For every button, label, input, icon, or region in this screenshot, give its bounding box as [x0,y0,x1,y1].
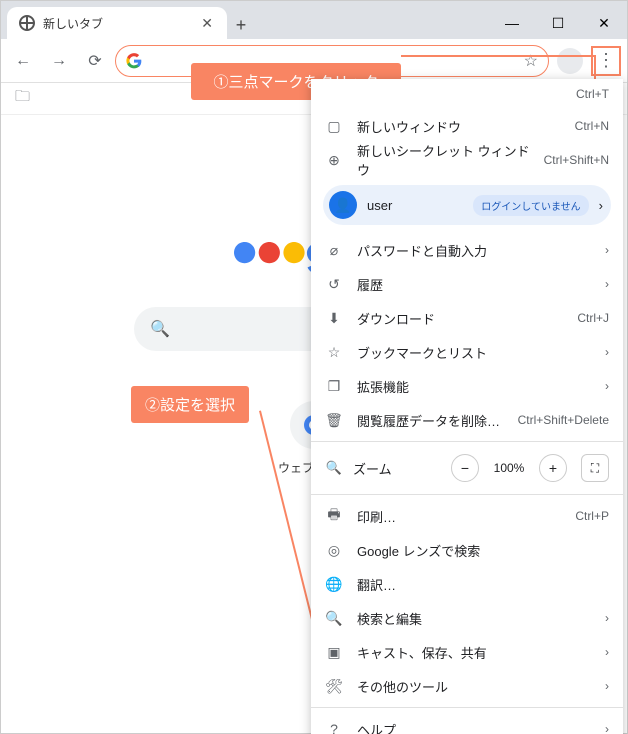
menu-item-g1-1[interactable]: ⊕ 新しいシークレット ウィンドウ Ctrl+Shift+N [311,143,623,177]
chevron-right-icon: › [605,722,609,734]
menu-item-label: 印刷… [357,507,561,526]
search-icon: 🔍 [150,319,170,339]
back-button[interactable]: ← [7,45,39,77]
menu-item-icon: ⬇ [325,310,343,327]
chevron-right-icon: › [605,645,609,659]
menu-item-icon: 🛠 [325,678,343,695]
menu-item-icon: 🗑 [325,412,343,429]
chevron-right-icon: › [605,679,609,693]
fullscreen-button[interactable]: ⛶ [581,454,609,482]
close-window-button[interactable]: ✕ [581,7,627,39]
menu-item-g1-0[interactable]: ▢ 新しいウィンドウ Ctrl+N [311,109,623,143]
menu-item-g3-4[interactable]: ▣ キャスト、保存、共有 › [311,635,623,669]
menu-item-label: キャスト、保存、共有 [357,643,591,662]
zoom-in-button[interactable]: + [539,454,567,482]
menu-item-icon: ⊕ [325,152,343,169]
chevron-right-icon: › [599,198,603,213]
menu-item-label: 翻訳… [357,575,609,594]
chevron-right-icon: › [605,243,609,257]
menu-item-g3-0[interactable]: 🖶 印刷… Ctrl+P [311,499,623,533]
forward-button[interactable]: → [43,45,75,77]
menu-item-g4-0[interactable]: ? ヘルプ › [311,712,623,734]
menu-item-label: 新しいウィンドウ [357,117,561,136]
chrome-menu: Ctrl+T ▢ 新しいウィンドウ Ctrl+N ⊕ 新しいシークレット ウィンドウ Ct… [311,79,623,734]
chevron-right-icon: › [605,379,609,393]
menu-item-icon: 🖶 [325,504,343,528]
signin-badge: ログインしていません [473,195,588,216]
menu-item-icon: ▣ [325,644,343,661]
menu-item-label: Google レンズで検索 [357,541,609,560]
menu-item-shortcut: Ctrl+N [575,119,609,133]
menu-top-shortcut: Ctrl+T [311,79,623,109]
menu-item-label: ブックマークとリスト [357,343,591,362]
menu-item-shortcut: Ctrl+P [575,509,609,523]
menu-item-icon: ◎ [325,542,343,559]
maximize-button[interactable]: ☐ [535,7,581,39]
more-menu-button[interactable]: ⋮ [591,46,621,76]
profile-avatar[interactable] [557,48,583,74]
menu-item-label: ヘルプ [357,720,591,734]
menu-item-g2-3[interactable]: ☆ ブックマークとリスト › [311,335,623,369]
chevron-right-icon: › [605,345,609,359]
zoom-icon: 🔍 [325,460,343,476]
globe-icon [19,15,35,31]
menu-profile-row[interactable]: 👤 user ログインしていません › [323,185,611,225]
menu-item-g2-5[interactable]: 🗑 閲覧履歴データを削除… Ctrl+Shift+Delete [311,403,623,437]
menu-item-icon: ? [325,721,343,734]
menu-item-label: 拡張機能 [357,377,591,396]
menu-item-label: その他のツール [357,677,591,696]
chevron-right-icon: › [605,611,609,625]
google-g-icon [126,53,142,69]
menu-item-label: 履歴 [357,275,591,294]
profile-name: user [367,198,463,213]
menu-item-icon: 🔍 [325,610,343,627]
folder-icon[interactable]: 🗀 [15,86,30,111]
menu-item-icon: ☆ [325,344,343,361]
menu-item-label: ダウンロード [357,309,563,328]
menu-item-icon: 🌐 [325,576,343,593]
callout-2: ②設定を選択 [131,386,249,423]
menu-item-g3-5[interactable]: 🛠 その他のツール › [311,669,623,703]
profile-icon: 👤 [329,191,357,219]
menu-item-label: 閲覧履歴データを削除… [357,411,504,430]
menu-item-label: パスワードと自動入力 [357,241,591,260]
minimize-button[interactable]: — [489,7,535,39]
browser-tab[interactable]: 新しいタブ ✕ [7,7,227,39]
zoom-out-button[interactable]: − [451,454,479,482]
menu-item-g3-1[interactable]: ◎ Google レンズで検索 [311,533,623,567]
zoom-label: ズーム [353,459,441,478]
menu-item-g2-1[interactable]: ↺ 履歴 › [311,267,623,301]
menu-item-g2-0[interactable]: ⌀ パスワードと自動入力 › [311,233,623,267]
menu-item-g2-2[interactable]: ⬇ ダウンロード Ctrl+J [311,301,623,335]
menu-item-shortcut: Ctrl+Shift+Delete [518,413,609,427]
menu-item-shortcut: Ctrl+Shift+N [544,153,609,167]
new-tab-button[interactable]: + [227,11,255,39]
menu-item-icon: ↺ [325,276,343,293]
reload-button[interactable]: ⟳ [79,45,111,77]
menu-zoom-row: 🔍 ズーム − 100% + ⛶ [311,446,623,490]
bookmark-star-icon[interactable]: ☆ [524,51,538,71]
menu-item-label: 新しいシークレット ウィンドウ [357,141,530,179]
zoom-value: 100% [489,461,529,475]
chevron-right-icon: › [605,277,609,291]
titlebar: 新しいタブ ✕ + — ☐ ✕ [1,1,627,39]
menu-item-g3-2[interactable]: 🌐 翻訳… [311,567,623,601]
menu-item-icon: ▢ [325,118,343,135]
menu-item-g2-4[interactable]: ❐ 拡張機能 › [311,369,623,403]
menu-item-g3-3[interactable]: 🔍 検索と編集 › [311,601,623,635]
menu-item-label: 検索と編集 [357,609,591,628]
menu-item-icon: ❐ [325,378,343,395]
menu-item-shortcut: Ctrl+J [577,311,609,325]
menu-item-icon: ⌀ [325,242,343,259]
close-tab-icon[interactable]: ✕ [197,15,217,32]
tab-title: 新しいタブ [43,15,189,32]
